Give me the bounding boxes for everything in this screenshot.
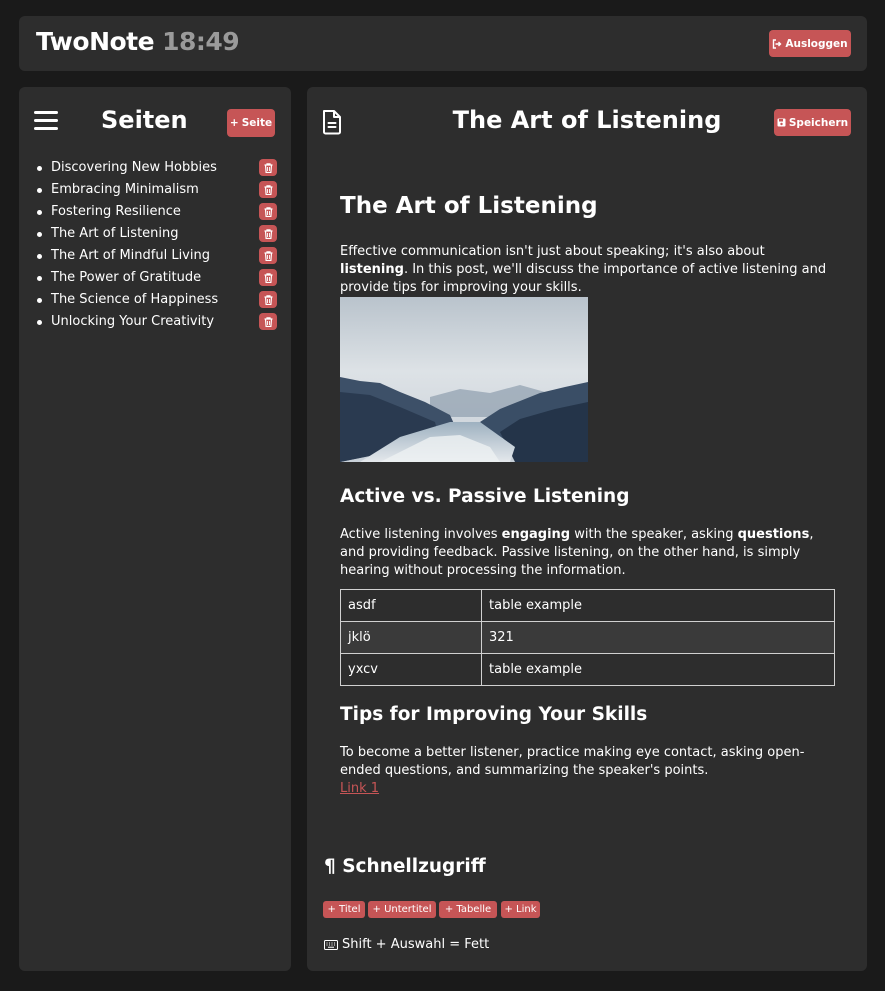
page-item[interactable]: The Science of Happiness — [37, 289, 277, 311]
shortcut-hint: Shift + Auswahl = Fett — [324, 937, 489, 952]
save-button[interactable]: Speichern — [774, 109, 851, 136]
section-paragraph: Active listening involves engaging with … — [340, 527, 814, 578]
trash-icon — [264, 272, 272, 283]
pilcrow-icon: ¶ — [324, 856, 336, 877]
trash-icon — [264, 316, 272, 327]
insert-link-button[interactable]: + Link — [501, 901, 540, 918]
content-table: asdf table example jklö 321 yxcv table exam… — [340, 589, 835, 686]
delete-page-button[interactable] — [259, 269, 277, 286]
table-cell: asdf — [340, 589, 482, 622]
page-list: Discovering New Hobbies Embracing Minima… — [37, 157, 277, 333]
save-label: Speichern — [788, 116, 849, 129]
table-row: yxcv table example — [340, 653, 835, 686]
delete-page-button[interactable] — [259, 225, 277, 242]
section-heading: Active vs. Passive Listening — [340, 486, 630, 507]
section-paragraph: To become a better listener, practice ma… — [340, 745, 805, 778]
logout-button[interactable]: Ausloggen — [769, 30, 851, 57]
editor-panel: The Art of Listening Speichern The Art o… — [307, 87, 867, 971]
hamburger-menu-icon[interactable] — [34, 111, 58, 131]
trash-icon — [264, 250, 272, 261]
section-heading: Tips for Improving Your Skills — [340, 704, 648, 725]
table-cell: 321 — [481, 621, 835, 654]
insert-title-button[interactable]: + Titel — [323, 901, 365, 918]
table-cell: table example — [481, 653, 835, 686]
insert-table-button[interactable]: + Tabelle — [439, 901, 497, 918]
intro-paragraph: Effective communication isn't just about… — [340, 244, 827, 295]
sidebar: Seiten + Seite Discovering New Hobbies E… — [19, 87, 291, 971]
sign-out-icon — [773, 38, 782, 49]
logout-label: Ausloggen — [785, 37, 848, 50]
shortcut-text: Shift + Auswahl = Fett — [342, 937, 490, 952]
trash-icon — [264, 294, 272, 305]
delete-page-button[interactable] — [259, 291, 277, 308]
table-cell: yxcv — [340, 653, 482, 686]
clock: 18:49 — [162, 27, 240, 56]
page-item[interactable]: Discovering New Hobbies — [37, 157, 277, 179]
quick-access-label: Schnellzugriff — [342, 856, 486, 877]
sidebar-title: Seiten — [101, 106, 188, 134]
keyboard-icon — [324, 939, 338, 950]
page-item-label[interactable]: Discovering New Hobbies — [51, 160, 217, 175]
save-icon — [777, 118, 786, 127]
top-bar: TwoNote 18:49 Ausloggen — [19, 16, 867, 71]
page-item[interactable]: Embracing Minimalism — [37, 179, 277, 201]
page-item-label[interactable]: The Art of Listening — [51, 226, 179, 241]
post-title: The Art of Listening — [340, 193, 598, 219]
app-title: TwoNote 18:49 — [36, 27, 240, 56]
trash-icon — [264, 162, 272, 173]
insert-subtitle-button[interactable]: + Untertitel — [368, 901, 436, 918]
page-item[interactable]: Fostering Resilience — [37, 201, 277, 223]
page-item[interactable]: Unlocking Your Creativity — [37, 311, 277, 333]
landscape-image — [340, 297, 588, 462]
quick-access-title: ¶ Schnellzugriff — [324, 856, 486, 877]
page-item-label[interactable]: The Science of Happiness — [51, 292, 218, 307]
page-item-label[interactable]: The Power of Gratitude — [51, 270, 201, 285]
delete-page-button[interactable] — [259, 247, 277, 264]
table-row: asdf table example — [340, 589, 835, 622]
page-item[interactable]: The Art of Listening — [37, 223, 277, 245]
app-name: TwoNote — [36, 27, 155, 56]
content-link[interactable]: Link 1 — [340, 780, 835, 798]
trash-icon — [264, 184, 272, 195]
page-item[interactable]: The Power of Gratitude — [37, 267, 277, 289]
delete-page-button[interactable] — [259, 181, 277, 198]
table-row: jklö 321 — [340, 621, 835, 654]
table-cell: jklö — [340, 621, 482, 654]
page-item-label[interactable]: Fostering Resilience — [51, 204, 181, 219]
page-item[interactable]: The Art of Mindful Living — [37, 245, 277, 267]
editor-content[interactable]: The Art of Listening Effective communica… — [340, 193, 835, 798]
page-item-label[interactable]: The Art of Mindful Living — [51, 248, 210, 263]
add-page-button[interactable]: + Seite — [227, 109, 275, 137]
trash-icon — [264, 206, 272, 217]
table-cell: table example — [481, 589, 835, 622]
delete-page-button[interactable] — [259, 159, 277, 176]
trash-icon — [264, 228, 272, 239]
delete-page-button[interactable] — [259, 203, 277, 220]
page-item-label[interactable]: Unlocking Your Creativity — [51, 314, 214, 329]
delete-page-button[interactable] — [259, 313, 277, 330]
page-item-label[interactable]: Embracing Minimalism — [51, 182, 199, 197]
plus-icon: + — [229, 117, 239, 129]
add-page-label: Seite — [241, 117, 273, 129]
